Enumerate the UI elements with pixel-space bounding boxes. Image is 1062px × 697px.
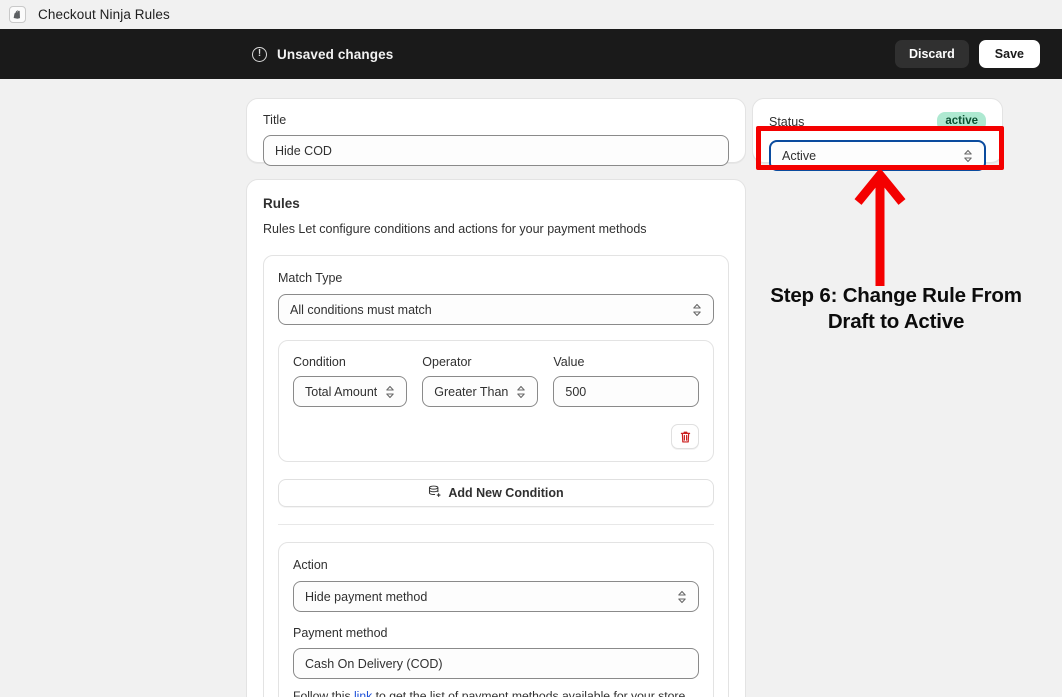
title-card: Title <box>246 98 746 166</box>
action-label: Action <box>293 558 328 572</box>
status-card-header: Status active <box>769 112 986 131</box>
operator-select-value: Greater Than <box>434 384 509 399</box>
contextual-save-bar: ! Unsaved changes Discard Save <box>0 29 1062 79</box>
match-type-label: Match Type <box>278 271 343 285</box>
payment-method-label: Payment method <box>293 626 388 640</box>
condition-row: Condition Total Amount Operator Greater … <box>293 355 699 407</box>
page-canvas: Title Status active Active <box>8 79 1062 697</box>
app-root: Checkout Ninja Rules ! Unsaved changes D… <box>0 0 1062 697</box>
savebar-actions: Discard Save <box>894 40 1040 68</box>
value-field-group: Value <box>553 355 699 407</box>
database-plus-icon <box>428 485 441 501</box>
status-badge: active <box>937 112 986 131</box>
condition-select-value: Total Amount <box>305 384 378 399</box>
match-type-select[interactable]: All conditions must match <box>278 294 714 325</box>
condition-select[interactable]: Total Amount <box>293 376 408 407</box>
status-card: Status active Active <box>752 98 1003 171</box>
window-titlebar: Checkout Ninja Rules <box>0 0 1062 29</box>
action-select[interactable]: Hide payment method <box>293 581 699 612</box>
status-select[interactable]: Active <box>769 140 986 171</box>
match-type-box: Match Type All conditions must match Con… <box>263 255 729 697</box>
save-button[interactable]: Save <box>978 40 1040 68</box>
payment-method-input[interactable] <box>293 648 699 679</box>
condition-field-group: Condition Total Amount <box>293 355 408 407</box>
add-new-condition-button[interactable]: Add New Condition <box>278 479 714 507</box>
match-type-select-value: All conditions must match <box>290 302 432 317</box>
window-title: Checkout Ninja Rules <box>38 7 170 22</box>
unsaved-changes-label: Unsaved changes <box>277 46 394 62</box>
shopify-app-icon <box>9 6 26 23</box>
discard-button[interactable]: Discard <box>894 40 969 68</box>
condition-delete-row <box>293 424 699 449</box>
operator-field-group: Operator Greater Than <box>422 355 539 407</box>
chevron-updown-icon <box>669 590 687 604</box>
add-new-condition-label: Add New Condition <box>448 486 564 500</box>
trash-icon <box>680 431 690 443</box>
condition-row-box: Condition Total Amount Operator Greater … <box>278 340 714 462</box>
chevron-updown-icon <box>508 385 526 399</box>
status-select-value: Active <box>782 148 817 163</box>
status-field-label: Status <box>769 114 805 129</box>
value-input[interactable] <box>553 376 699 407</box>
delete-condition-button[interactable] <box>671 424 699 449</box>
section-divider <box>278 524 714 525</box>
rules-card: Rules Rules Let configure conditions and… <box>246 179 746 697</box>
action-select-value: Hide payment method <box>305 589 428 604</box>
condition-label: Condition <box>293 355 346 369</box>
unsaved-changes-status: ! Unsaved changes <box>252 46 394 62</box>
value-label: Value <box>553 355 585 369</box>
action-box: Action Hide payment method Payment metho… <box>278 542 714 697</box>
rules-heading: Rules <box>263 196 300 211</box>
payment-methods-link[interactable]: link <box>354 689 372 697</box>
chevron-updown-icon <box>955 149 973 163</box>
rules-subheading: Rules Let configure conditions and actio… <box>263 222 647 236</box>
chevron-updown-icon <box>377 385 395 399</box>
operator-select[interactable]: Greater Than <box>422 376 539 407</box>
title-field-label: Title <box>263 113 287 127</box>
chevron-updown-icon <box>684 303 702 317</box>
title-input[interactable] <box>263 135 729 166</box>
operator-label: Operator <box>422 355 472 369</box>
payment-method-helper-text: Follow this link to get the list of paym… <box>293 688 699 697</box>
status-select-wrapper: Active <box>769 140 986 171</box>
helper-prefix: Follow this <box>293 689 354 697</box>
alert-circle-icon: ! <box>252 46 267 62</box>
helper-suffix: to get the list of payment methods avail… <box>372 689 689 697</box>
